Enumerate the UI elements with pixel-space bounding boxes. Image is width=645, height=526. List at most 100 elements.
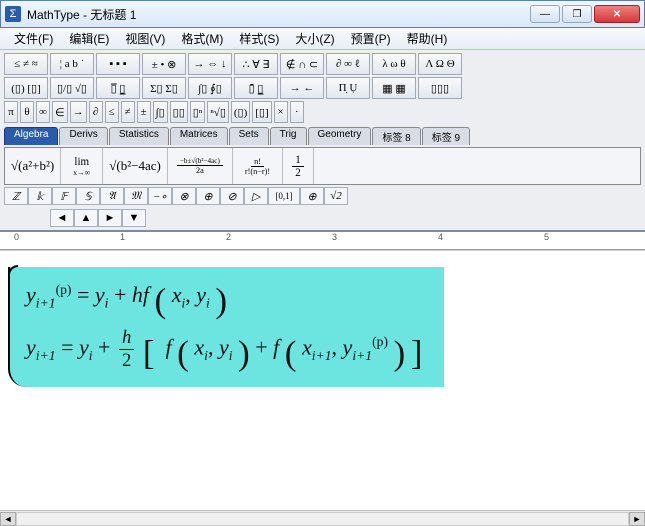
- q-bracket[interactable]: [▯]: [252, 101, 271, 123]
- tab-algebra[interactable]: Algebra: [4, 127, 58, 145]
- pal-binom[interactable]: n!r!(n−r)!: [233, 148, 283, 184]
- equation-selection[interactable]: yi+1(p) = yi + hf ( xi, yi ) yi+1 = yi +…: [8, 267, 444, 387]
- tab-derivs[interactable]: Derivs: [59, 127, 107, 145]
- pal-binom-bot: r!(n−r)!: [242, 167, 273, 176]
- sym-spaces[interactable]: ¦ a b ˙: [50, 53, 94, 75]
- tab-matrices[interactable]: Matrices: [170, 127, 228, 145]
- sym-S[interactable]: 𝕊: [76, 187, 100, 205]
- sym-Z[interactable]: ℤ: [4, 187, 28, 205]
- q-arrow[interactable]: →: [70, 101, 87, 123]
- ruler-0: 0: [14, 232, 19, 242]
- q-infty[interactable]: ∞: [36, 101, 50, 123]
- ruler-1: 1: [120, 232, 125, 242]
- ruler-5: 5: [544, 232, 549, 242]
- sym-F[interactable]: 𝔽: [52, 187, 76, 205]
- maximize-button[interactable]: ❐: [562, 5, 592, 23]
- q-pm[interactable]: ±: [137, 101, 151, 123]
- tpl-sums[interactable]: Σ▯ Σ▯: [142, 77, 186, 99]
- sym-set[interactable]: ∉ ∩ ⊂: [280, 53, 324, 75]
- nav-right[interactable]: ►: [98, 209, 122, 227]
- q-dot[interactable]: ·: [290, 101, 304, 123]
- ruler-2: 2: [226, 232, 231, 242]
- horizontal-scrollbar[interactable]: ◄ ►: [0, 510, 645, 526]
- sym-greek-lower[interactable]: λ ω θ: [372, 53, 416, 75]
- scroll-left-icon[interactable]: ◄: [0, 512, 16, 526]
- menu-file[interactable]: 文件(F): [6, 28, 61, 49]
- sym-logic[interactable]: ∴ ∀ ∃: [234, 53, 278, 75]
- menu-size[interactable]: 大小(Z): [287, 28, 342, 49]
- close-button[interactable]: ✕: [594, 5, 640, 23]
- pal-limit[interactable]: limx→∞: [61, 148, 103, 184]
- nav-left[interactable]: ◄: [50, 209, 74, 227]
- sym-greek-upper[interactable]: Λ Ω Θ: [418, 53, 462, 75]
- minimize-button[interactable]: —: [530, 5, 560, 23]
- tpl-products[interactable]: Π̣ Ụ: [326, 77, 370, 99]
- sym-circ[interactable]: −∘: [148, 187, 172, 205]
- tab-8[interactable]: 标签 8: [372, 127, 420, 145]
- sym-sqrt2[interactable]: √2: [324, 187, 348, 205]
- sym-oslash[interactable]: ⊘: [220, 187, 244, 205]
- scroll-right-icon[interactable]: ►: [629, 512, 645, 526]
- pal-half[interactable]: 12: [283, 148, 314, 184]
- q-subsup[interactable]: ▯▯: [170, 101, 188, 123]
- pal-sqrt-ab[interactable]: √(a²+b²): [5, 148, 61, 184]
- sym-embellish[interactable]: ▪ ▪ ▪: [96, 53, 140, 75]
- q-theta[interactable]: θ: [20, 101, 34, 123]
- q-in[interactable]: ∈: [52, 101, 68, 123]
- menu-format[interactable]: 格式(M): [173, 28, 231, 49]
- menu-help[interactable]: 帮助(H): [399, 28, 456, 49]
- tpl-labeled-arrows[interactable]: → ←: [280, 77, 324, 99]
- tab-geometry[interactable]: Geometry: [308, 127, 372, 145]
- tab-9[interactable]: 标签 9: [422, 127, 470, 145]
- q-paren[interactable]: (▯): [231, 101, 250, 123]
- toolbar-area: ≤ ≠ ≈ ¦ a b ˙ ▪ ▪ ▪ ± • ⊗ → ⇔ ↓ ∴ ∀ ∃ ∉ …: [0, 50, 645, 232]
- q-int[interactable]: ∫▯: [153, 101, 168, 123]
- menu-prefs[interactable]: 预置(P): [343, 28, 399, 49]
- scroll-track[interactable]: [16, 512, 629, 526]
- pal-discriminant[interactable]: √(b²−4ac): [103, 148, 168, 184]
- sym-tri[interactable]: ▷: [244, 187, 268, 205]
- sym-otimes[interactable]: ⊗: [172, 187, 196, 205]
- titlebar: Σ MathType - 无标题 1 — ❐ ✕: [0, 0, 645, 28]
- pal-quadratic[interactable]: −b±√(b²−4ac)2a: [168, 148, 233, 184]
- q-power[interactable]: ▯ⁿ: [190, 101, 206, 123]
- template-palette: √(a²+b²) limx→∞ √(b²−4ac) −b±√(b²−4ac)2a…: [4, 147, 641, 185]
- category-tabs: Algebra Derivs Statistics Matrices Sets …: [4, 127, 641, 145]
- sym-relational[interactable]: ≤ ≠ ≈: [4, 53, 48, 75]
- q-pi[interactable]: π: [4, 101, 18, 123]
- menu-edit[interactable]: 编辑(E): [61, 28, 117, 49]
- pal-limit-bot: x→∞: [70, 168, 93, 177]
- sym-frakM[interactable]: 𝔐: [124, 187, 148, 205]
- tpl-matrices[interactable]: ▦ ▦: [372, 77, 416, 99]
- tpl-integrals[interactable]: ∫▯ ∮▯: [188, 77, 232, 99]
- tab-statistics[interactable]: Statistics: [109, 127, 169, 145]
- equation-line-2: yi+1 = yi + h2 [ f ( xi, yi ) + f ( xi+1…: [26, 327, 422, 373]
- menu-view[interactable]: 视图(V): [117, 28, 173, 49]
- q-nroot[interactable]: ⁿ√▯: [207, 101, 229, 123]
- nav-up[interactable]: ▲: [74, 209, 98, 227]
- equation-editor[interactable]: yi+1(p) = yi + hf ( xi, yi ) yi+1 = yi +…: [0, 250, 645, 510]
- sym-oplus2[interactable]: ⊕: [300, 187, 324, 205]
- sym-operators[interactable]: ± • ⊗: [142, 53, 186, 75]
- menu-style[interactable]: 样式(S): [231, 28, 287, 49]
- tpl-fractions[interactable]: ▯/▯ √▯: [50, 77, 94, 99]
- nav-down[interactable]: ▼: [122, 209, 146, 227]
- sym-misc[interactable]: ∂ ∞ ℓ: [326, 53, 370, 75]
- q-partial[interactable]: ∂: [89, 101, 103, 123]
- sym-interval[interactable]: [0,1]: [268, 187, 300, 205]
- tpl-boxes[interactable]: ▯▯▯: [418, 77, 462, 99]
- ruler: 0 1 2 3 4 5: [0, 232, 645, 250]
- tpl-fences[interactable]: (▯) [▯]: [4, 77, 48, 99]
- tpl-overunder[interactable]: ▯̅ ▯̲: [96, 77, 140, 99]
- sym-frakA[interactable]: 𝔄: [100, 187, 124, 205]
- q-times[interactable]: ×: [274, 101, 288, 123]
- tab-trig[interactable]: Trig: [270, 127, 307, 145]
- sym-k[interactable]: 𝕜: [28, 187, 52, 205]
- q-leq[interactable]: ≤: [105, 101, 119, 123]
- tpl-bars[interactable]: ▯̄ ▯̲: [234, 77, 278, 99]
- sym-arrows[interactable]: → ⇔ ↓: [188, 53, 232, 75]
- sym-oplus[interactable]: ⊕: [196, 187, 220, 205]
- q-neq[interactable]: ≠: [121, 101, 135, 123]
- nav-row: ◄ ▲ ► ▼: [4, 209, 641, 227]
- tab-sets[interactable]: Sets: [229, 127, 269, 145]
